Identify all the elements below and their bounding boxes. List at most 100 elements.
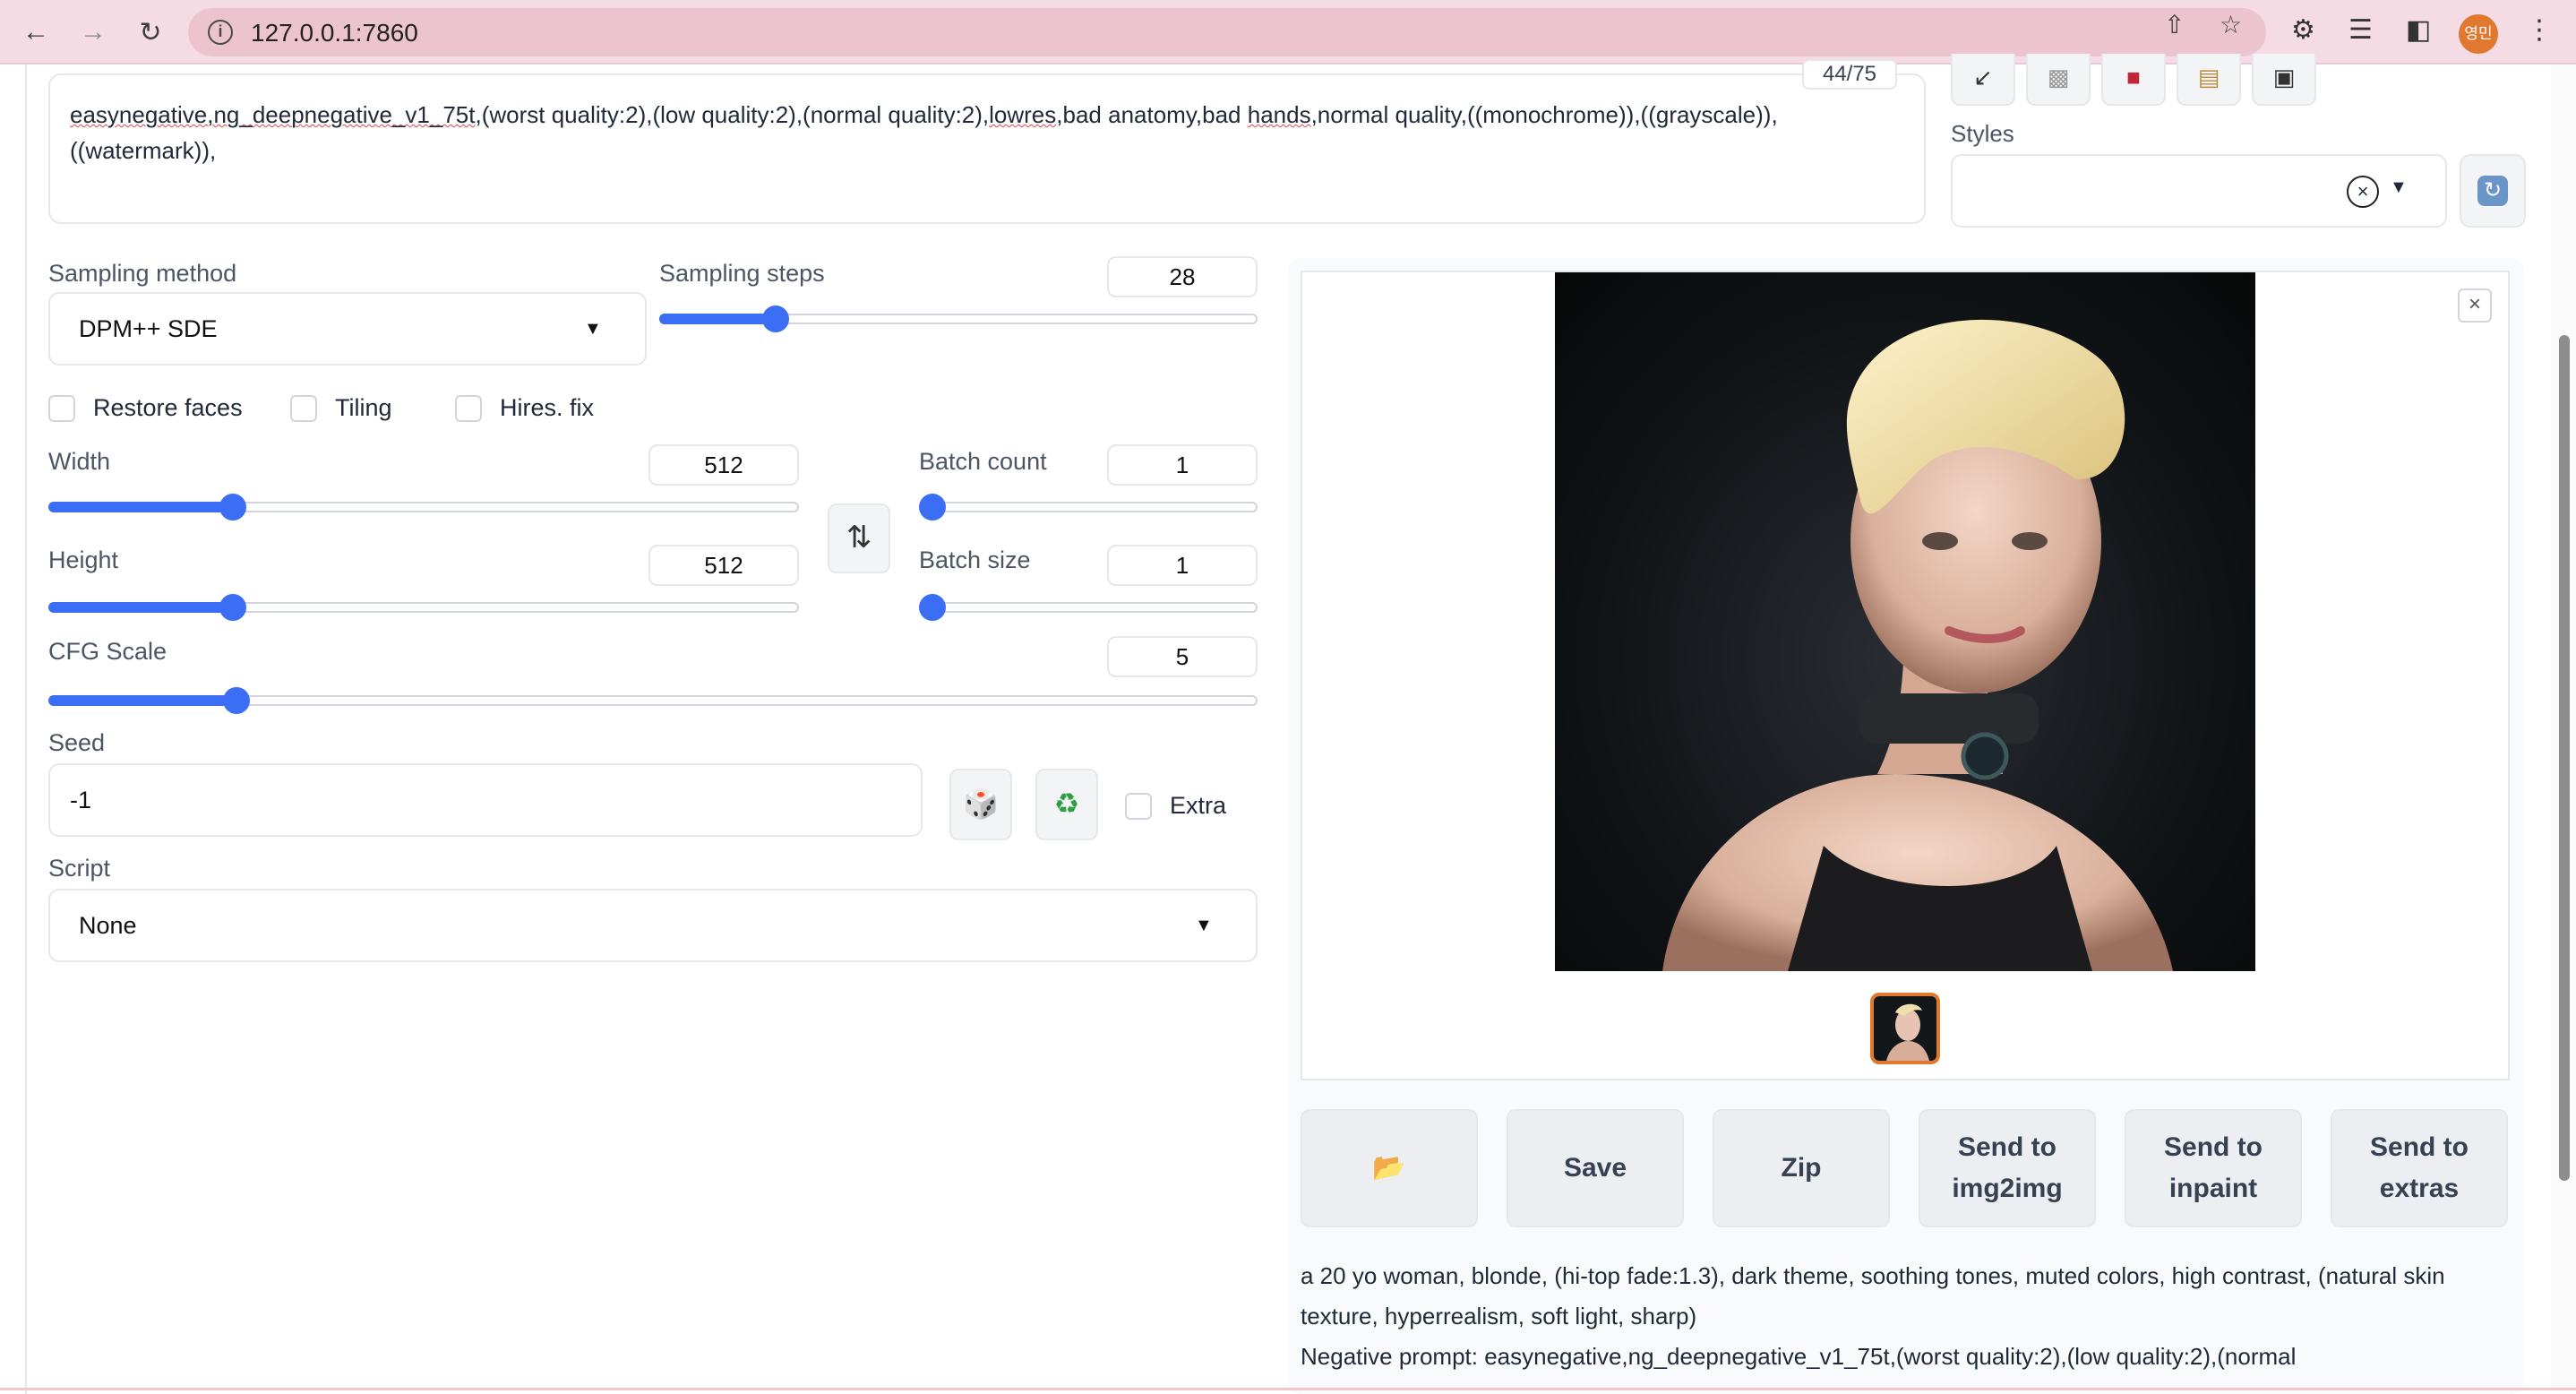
side-panel-icon[interactable]: ◧ [2406,14,2431,46]
reuse-seed-button[interactable]: ♻ [1035,769,1098,840]
window-bottom-edge [0,1388,2576,1390]
refresh-styles-button[interactable]: ↻ [2460,154,2526,228]
sampling-steps-slider[interactable] [659,301,1258,337]
trash-icon[interactable]: ▩ [2026,54,2091,106]
width-slider[interactable] [48,489,799,525]
batch-count-label: Batch count [919,448,1047,475]
extra-networks-icon[interactable]: ■ [2101,54,2166,106]
thumbnail-image [1886,1003,1929,1061]
browser-menu-icon[interactable]: ⋮ [2526,14,2553,46]
extensions-puzzle-icon[interactable]: ⚙ [2291,14,2315,46]
slider-handle[interactable] [223,687,251,714]
refresh-icon: ↻ [2477,176,2508,206]
forward-arrow-icon[interactable]: → [73,13,113,52]
send-inpaint-line1: Send to [2164,1132,2263,1162]
batch-size-label: Batch size [919,546,1031,573]
chevron-down-icon: ▼ [584,319,602,339]
close-gallery-icon[interactable]: × [2458,288,2492,323]
send-img2img-line2: img2img [1952,1174,2063,1203]
open-folder-button[interactable]: 📂 [1301,1109,1478,1227]
script-label: Script [48,855,111,882]
zip-button[interactable]: Zip [1713,1109,1890,1227]
sampling-method-value: DPM++ SDE [79,315,218,342]
slider-handle[interactable] [219,594,246,621]
media-queue-icon[interactable]: ☰ [2348,14,2373,46]
recycle-icon: ♻ [1053,787,1080,820]
page-scrollbar-thumb[interactable] [2559,335,2570,1181]
negative-prompt-textarea[interactable]: easynegative,ng_deepnegative_v1_75t,(wor… [48,73,1926,224]
height-input[interactable]: 512 [648,545,799,586]
slider-handle[interactable] [919,494,946,521]
bookmark-star-icon[interactable]: ☆ [2220,10,2242,39]
read-params-arrow-icon[interactable]: ↙ [1951,54,2015,106]
share-icon[interactable]: ⇧ [2164,10,2185,39]
slider-handle[interactable] [761,305,789,332]
restore-faces-checkbox[interactable]: Restore faces [48,394,243,422]
slider-fill [659,314,776,324]
gallery-thumbnail[interactable] [1870,993,1940,1064]
folder-icon: 📂 [1372,1153,1406,1183]
send-extras-line2: extras [2379,1174,2460,1203]
slider-fill [48,602,233,613]
prompt-text-segment: ,(worst quality:2),(low quality:2),(norm… [475,101,990,128]
script-dropdown[interactable]: None ▼ [48,889,1258,962]
tiling-checkbox[interactable]: Tiling [290,394,392,422]
cfg-scale-label: CFG Scale [48,638,167,665]
misspelled-word: hands [1247,101,1311,128]
send-extras-line1: Send to [2370,1132,2469,1162]
slider-fill [48,502,233,512]
batch-count-slider[interactable] [919,489,1258,525]
slider-handle[interactable] [919,594,946,621]
batch-count-input[interactable]: 1 [1107,444,1258,486]
width-input[interactable]: 512 [648,444,799,486]
negative-prompt-text: easynegative,ng_deepnegative_v1_75t,(wor… [70,97,1906,168]
checkbox-box[interactable] [290,394,317,422]
save-style-icon[interactable]: ▣ [2252,54,2316,106]
script-value: None [79,912,137,939]
sampling-steps-label: Sampling steps [659,260,825,287]
seed-label: Seed [48,729,106,756]
clipboard-icon[interactable]: ▤ [2177,54,2241,106]
height-label: Height [48,546,119,573]
chevron-down-icon[interactable]: ▼ [2390,177,2408,198]
clear-styles-icon[interactable]: × [2347,176,2379,208]
styles-dropdown[interactable]: × ▼ [1951,154,2447,228]
checkbox-box[interactable] [48,394,75,422]
checkbox-box[interactable] [455,394,482,422]
cfg-scale-slider[interactable] [48,683,1258,719]
width-label: Width [48,448,111,475]
back-arrow-icon[interactable]: ← [16,13,56,52]
hires-fix-checkbox[interactable]: Hires. fix [455,394,594,422]
site-info-icon[interactable]: i [208,20,233,45]
slider-handle[interactable] [219,494,246,521]
batch-size-input[interactable]: 1 [1107,545,1258,586]
save-button[interactable]: Save [1507,1109,1684,1227]
reload-icon[interactable]: ↻ [131,13,170,52]
profile-avatar[interactable]: 영민 [2459,14,2498,54]
height-slider[interactable] [48,589,799,625]
send-img2img-line1: Send to [1957,1132,2057,1162]
generated-image[interactable] [1555,272,2255,971]
swap-dimensions-button[interactable]: ⇅ [828,503,890,573]
sampling-steps-input[interactable]: 28 [1107,256,1258,297]
slider-track [919,602,1258,613]
generation-info-negative: Negative prompt: easynegative,ng_deepneg… [1301,1343,2297,1370]
generation-info: a 20 yo woman, blonde, (hi-top fade:1.3)… [1301,1256,2519,1377]
seed-input[interactable]: -1 [48,763,923,837]
browser-window: ← → ↻ i 127.0.0.1:7860 ⇧ ☆ ⚙ ☰ ◧ 영민 ⋮ ea… [0,0,2576,1394]
cfg-scale-input[interactable]: 5 [1107,636,1258,677]
save-button-label: Save [1563,1153,1627,1183]
random-seed-button[interactable]: 🎲 [949,769,1012,840]
send-to-img2img-button[interactable]: Send to img2img [1919,1109,2096,1227]
checkbox-box[interactable] [1125,792,1152,820]
batch-size-slider[interactable] [919,589,1258,625]
token-counter: 44/75 [1802,59,1897,90]
sampling-method-label: Sampling method [48,260,237,287]
tiling-label: Tiling [335,394,392,421]
sampling-method-dropdown[interactable]: DPM++ SDE ▼ [48,292,647,366]
send-to-extras-button[interactable]: Send to extras [2331,1109,2508,1227]
generation-info-prompt: a 20 yo woman, blonde, (hi-top fade:1.3)… [1301,1262,2445,1329]
send-to-inpaint-button[interactable]: Send to inpaint [2125,1109,2302,1227]
address-bar[interactable]: i 127.0.0.1:7860 [188,8,2266,56]
extra-seed-checkbox[interactable]: Extra [1125,792,1226,820]
